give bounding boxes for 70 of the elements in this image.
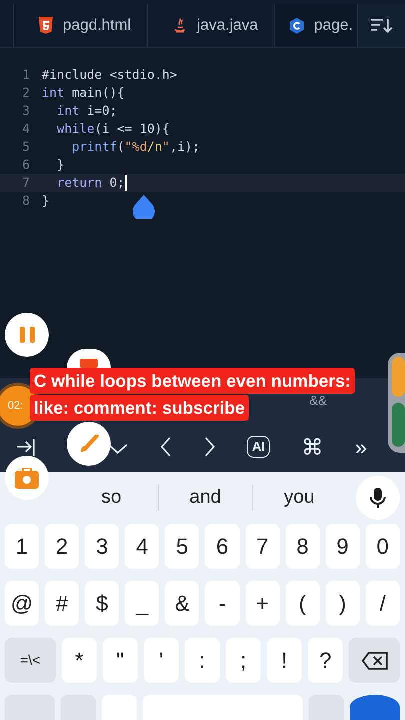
keyboard-key[interactable]: 7 <box>246 524 280 569</box>
keyboard-key[interactable]: 0 <box>366 524 400 569</box>
keyboard-key[interactable]: + <box>246 581 280 626</box>
code-line: printf("%d/n",i); <box>71 138 200 156</box>
keyboard-key[interactable]: ? <box>308 638 344 683</box>
code-line: while(i <= 10){ <box>56 120 170 138</box>
cursor-handle[interactable] <box>133 195 155 219</box>
keyboard-key[interactable]: ; <box>226 638 262 683</box>
ai-button[interactable]: AI <box>247 436 270 458</box>
line-number: 1 <box>21 66 31 84</box>
toolbar-key[interactable]: » <box>355 430 368 464</box>
keyboard-key[interactable]: : <box>184 638 220 683</box>
record-button[interactable] <box>67 349 111 368</box>
code-line: return 0; <box>56 174 125 192</box>
toolbar-key[interactable]: ⌘ <box>302 430 324 464</box>
keyboard-key[interactable]: 4 <box>125 524 160 569</box>
html-file-icon <box>38 17 54 34</box>
keyboard-key[interactable]: " <box>102 638 138 683</box>
keyboard-key[interactable]: 8 <box>286 524 320 569</box>
keyboard-key[interactable]: - <box>205 581 240 626</box>
line-number: 3 <box>21 102 31 120</box>
keyboard-key[interactable]: ) <box>326 581 360 626</box>
line-number: 5 <box>21 138 31 156</box>
keyboard-key[interactable]: 9 <box>326 524 360 569</box>
keyboard-key[interactable]: ! <box>267 638 302 683</box>
keyboard-key[interactable]: _ <box>125 581 160 626</box>
symbol-key[interactable]: && <box>310 391 327 411</box>
line-number: 7 <box>21 174 31 192</box>
line-number: 6 <box>21 156 31 174</box>
suggestion[interactable]: so <box>65 484 158 512</box>
keyboard-key[interactable]: 3 <box>85 524 120 569</box>
microphone-icon[interactable] <box>370 488 386 508</box>
line-number: 8 <box>21 192 31 210</box>
line-number: 2 <box>21 84 31 102</box>
keyboard-key[interactable]: & <box>165 581 200 626</box>
suggestion[interactable]: and <box>159 484 252 512</box>
keyboard-key[interactable]: ' <box>144 638 179 683</box>
pause-button[interactable] <box>5 313 49 357</box>
line-number: 4 <box>21 120 31 138</box>
pause-icon <box>20 327 34 343</box>
sort-icon[interactable] <box>370 17 394 34</box>
keyboard-key[interactable]: ( <box>286 581 320 626</box>
stop-icon <box>80 359 98 368</box>
caption-text: like: comment: subscribe <box>30 395 250 421</box>
brush-icon <box>79 435 99 453</box>
keyboard-key[interactable]: 5 <box>165 524 200 569</box>
keyboard-key[interactable]: 1 <box>5 524 40 569</box>
enter-key[interactable] <box>350 695 400 720</box>
keyboard-key[interactable]: * <box>62 638 97 683</box>
code-line: } <box>42 192 50 210</box>
code-line: } <box>56 156 65 174</box>
caption-text: C while loops between even numbers: <box>30 368 356 394</box>
keyboard-key[interactable]: 2 <box>45 524 80 569</box>
code-line: #include <stdio.h> <box>42 66 178 84</box>
keyboard-key[interactable]: # <box>45 581 80 626</box>
text-cursor <box>124 175 127 191</box>
keyboard-key[interactable]: 6 <box>205 524 240 569</box>
keyboard-key[interactable]: / <box>366 581 400 626</box>
code-line: int main(){ <box>42 84 125 102</box>
file-tab[interactable]: page. <box>275 4 358 47</box>
code-line: int i=0; <box>56 102 118 120</box>
toolbox-icon <box>15 468 39 488</box>
tab-key-icon[interactable] <box>16 438 36 456</box>
suggestion[interactable]: you <box>253 484 346 512</box>
keyboard-key[interactable]: @ <box>5 581 40 626</box>
keyboard-key[interactable]: =\< <box>5 638 56 683</box>
backspace-key[interactable] <box>349 638 400 683</box>
c-file-icon <box>289 18 306 34</box>
backspace-icon <box>362 650 388 670</box>
keyboard-key[interactable]: $ <box>85 581 120 626</box>
